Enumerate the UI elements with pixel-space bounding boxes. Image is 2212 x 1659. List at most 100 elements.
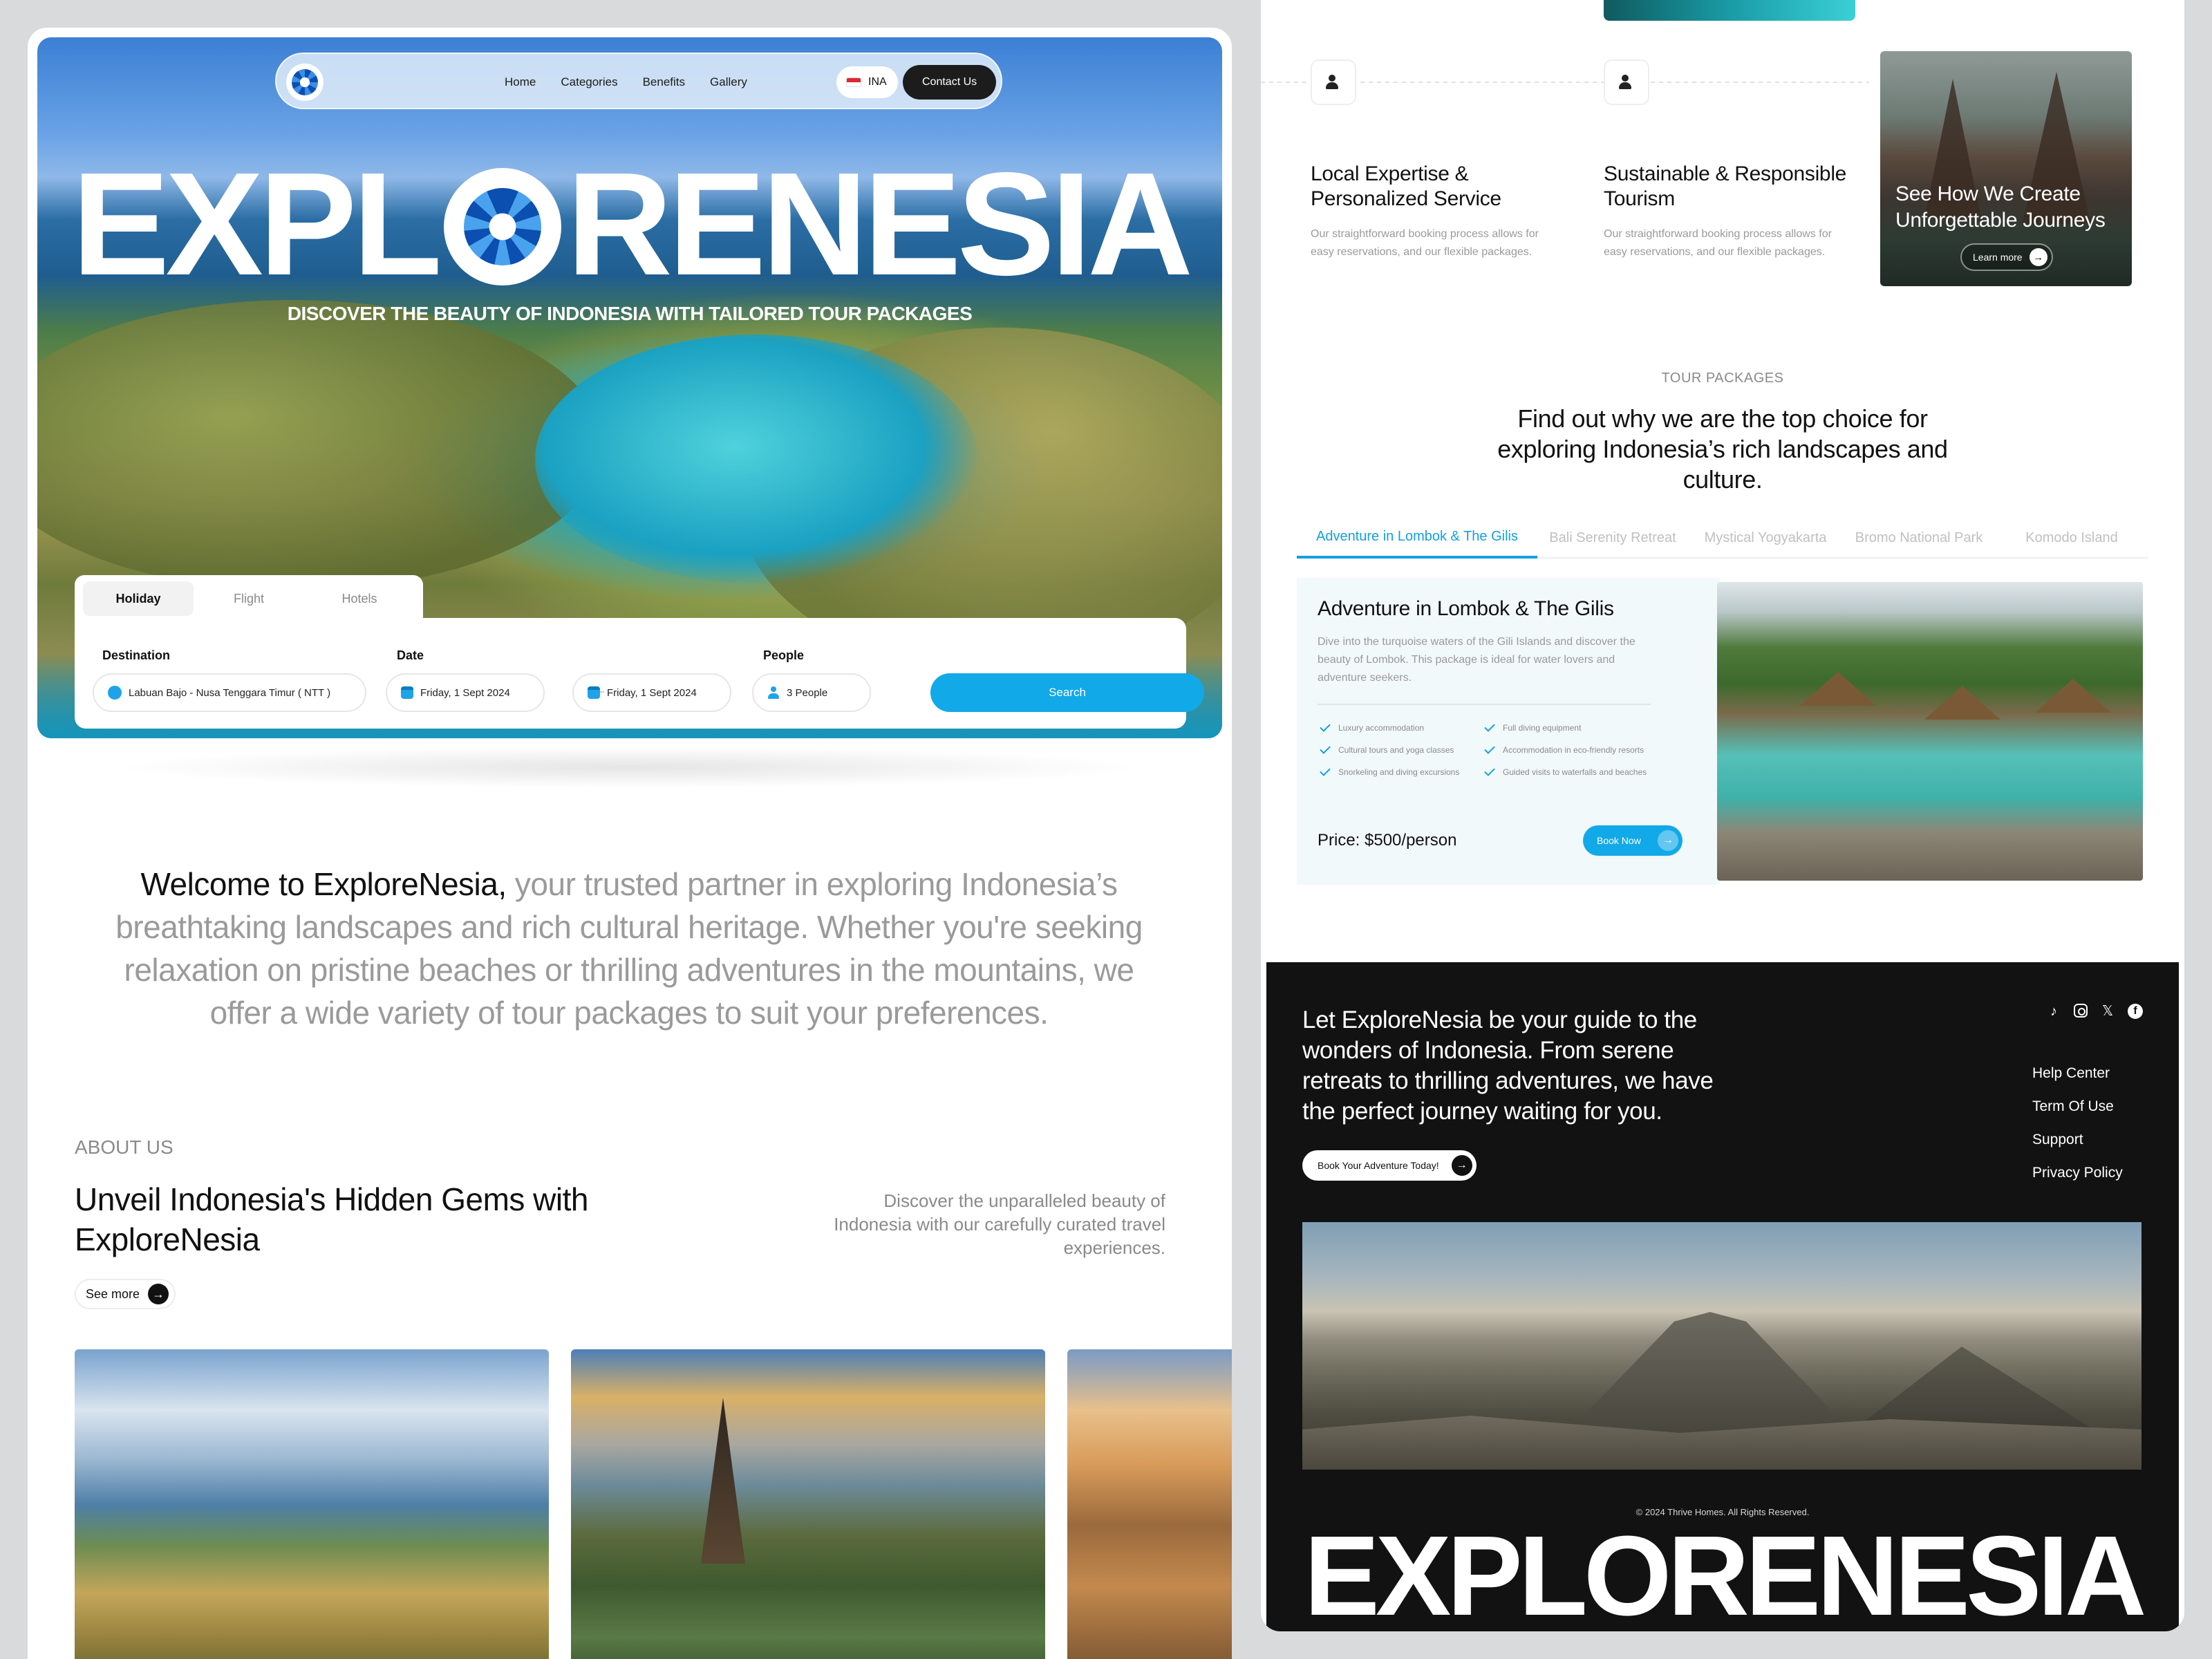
check-icon bbox=[1320, 765, 1331, 776]
hero-shadow bbox=[111, 747, 1147, 788]
nav-link-gallery[interactable]: Gallery bbox=[710, 75, 747, 89]
language-selector[interactable]: INA bbox=[836, 66, 898, 98]
hut-shape bbox=[1800, 672, 1876, 706]
footer-link-terms[interactable]: Term Of Use bbox=[2032, 1098, 2143, 1116]
feature-icon bbox=[1311, 59, 1356, 105]
nav-link-benefits[interactable]: Benefits bbox=[643, 75, 685, 89]
tour-packages-title: Find out why we are the top choice for e… bbox=[1497, 404, 1948, 494]
calendar-icon bbox=[588, 686, 600, 699]
footer-photo-bromo bbox=[1302, 1222, 2141, 1470]
learn-more-label: Learn more bbox=[1973, 252, 2023, 263]
language-label: INA bbox=[868, 76, 887, 88]
tour-card-description: Dive into the turquoise waters of the Gi… bbox=[1318, 636, 1635, 684]
list-item: Luxury accommodation bbox=[1320, 720, 1459, 735]
social-links: ♪ 𝕏 f bbox=[2046, 1004, 2143, 1019]
book-now-button[interactable]: Book Now → bbox=[1583, 825, 1683, 856]
globe-icon bbox=[108, 686, 122, 700]
nav-link-home[interactable]: Home bbox=[505, 75, 536, 89]
hut-shape bbox=[1924, 686, 2000, 720]
arrow-right-icon: → bbox=[1658, 830, 1678, 851]
tab-bromo[interactable]: Bromo National Park bbox=[1843, 517, 1995, 559]
contact-us-button[interactable]: Contact Us bbox=[903, 65, 997, 100]
hero-subtitle: DISCOVER THE BEAUTY OF INDONESIA WITH TA… bbox=[287, 303, 973, 324]
footer-link-help-center[interactable]: Help Center bbox=[2032, 1065, 2143, 1082]
tour-packages-label: TOUR PACKAGES bbox=[1661, 371, 1784, 386]
footer-brand: EXPLORENESIA bbox=[1304, 1512, 2147, 1632]
tab-flight[interactable]: Flight bbox=[194, 581, 304, 616]
book-adventure-button[interactable]: Book Your Adventure Today! → bbox=[1302, 1150, 1477, 1181]
people-value: 3 People bbox=[787, 686, 828, 699]
tab-bali[interactable]: Bali Serenity Retreat bbox=[1537, 517, 1688, 559]
tour-features-left: Luxury accommodation Cultural tours and … bbox=[1320, 720, 1459, 780]
footer-link-support[interactable]: Support bbox=[2032, 1131, 2143, 1149]
landing-page-left: Home Categories Benefits Gallery INA Con… bbox=[28, 28, 1232, 1659]
date-to-field[interactable]: Friday, 1 Sept 2024 bbox=[572, 673, 731, 712]
tour-features-right: Full diving equipment Accommodation in e… bbox=[1484, 720, 1647, 780]
x-icon[interactable]: 𝕏 bbox=[2100, 1004, 2115, 1019]
footer: Let ExploreNesia be your guide to the wo… bbox=[1266, 962, 2179, 1631]
top-image-thumb bbox=[1604, 0, 1855, 21]
gallery-image-bromo[interactable] bbox=[1067, 1349, 1232, 1659]
tour-card: Adventure in Lombok & The Gilis Dive int… bbox=[1297, 578, 1720, 885]
footer-text: Let ExploreNesia be your guide to the wo… bbox=[1302, 1006, 1714, 1125]
arrow-right-icon: → bbox=[148, 1284, 169, 1304]
destination-value: Labuan Bajo - Nusa Tenggara Timur ( NTT … bbox=[129, 686, 331, 699]
arrow-right-icon: → bbox=[2029, 248, 2047, 266]
book-adventure-label: Book Your Adventure Today! bbox=[1318, 1160, 1439, 1171]
gallery-image-bali-temple[interactable] bbox=[571, 1349, 1045, 1659]
destination-field[interactable]: Labuan Bajo - Nusa Tenggara Timur ( NTT … bbox=[93, 673, 366, 712]
logo[interactable] bbox=[286, 64, 324, 101]
tab-yogyakarta[interactable]: Mystical Yogyakarta bbox=[1688, 517, 1843, 559]
tab-lombok[interactable]: Adventure in Lombok & The Gilis bbox=[1297, 517, 1537, 559]
feature-text: Luxury accommodation bbox=[1338, 723, 1425, 733]
learn-more-button[interactable]: Learn more → bbox=[1960, 243, 2053, 271]
list-item: Snorkeling and diving excursions bbox=[1320, 765, 1459, 780]
see-more-button[interactable]: See more → bbox=[75, 1279, 176, 1309]
check-icon bbox=[1484, 765, 1495, 776]
hero-title-part1: EXPL bbox=[72, 142, 442, 306]
navbar: Home Categories Benefits Gallery INA Con… bbox=[275, 53, 1002, 109]
date-to-value: Friday, 1 Sept 2024 bbox=[607, 686, 697, 699]
hut-shape bbox=[2035, 679, 2111, 713]
see-more-label: See more bbox=[86, 1286, 140, 1301]
people-field[interactable]: 3 People bbox=[752, 673, 871, 712]
feature-icon bbox=[1604, 59, 1649, 105]
destination-label: Destination bbox=[102, 648, 171, 662]
tiktok-icon[interactable]: ♪ bbox=[2046, 1004, 2061, 1019]
facebook-icon[interactable]: f bbox=[2128, 1004, 2143, 1019]
tab-hotels[interactable]: Hotels bbox=[304, 581, 415, 616]
instagram-icon[interactable] bbox=[2074, 1004, 2088, 1018]
hero-logo-o bbox=[443, 168, 561, 285]
search-box: Destination Labuan Bajo - Nusa Tenggara … bbox=[75, 618, 1204, 729]
feature-description: Our straightforward booking process allo… bbox=[1311, 228, 1539, 258]
search-tabs: Holiday Flight Hotels bbox=[75, 575, 423, 622]
hero-bay bbox=[535, 335, 977, 583]
feature-text: Guided visits to waterfalls and beaches bbox=[1503, 767, 1647, 777]
nav-link-categories[interactable]: Categories bbox=[561, 75, 617, 89]
welcome-lead: Welcome to ExploreNesia, bbox=[140, 866, 507, 902]
tab-komodo[interactable]: Komodo Island bbox=[1995, 517, 2148, 559]
check-icon bbox=[1484, 721, 1495, 732]
people-icon bbox=[1619, 75, 1634, 90]
gallery-image-komodo[interactable] bbox=[75, 1349, 549, 1659]
feature-title: Sustainable & Responsible Tourism bbox=[1604, 162, 1847, 210]
about-description: Discover the unparalleled beauty of Indo… bbox=[834, 1190, 1165, 1258]
person-icon bbox=[767, 686, 780, 699]
tour-price: Price: $500/person bbox=[1318, 831, 1457, 850]
tab-holiday[interactable]: Holiday bbox=[83, 581, 194, 616]
promo-title: See How We Create Unforgettable Journeys bbox=[1895, 182, 2106, 232]
feature-text: Cultural tours and yoga classes bbox=[1338, 745, 1454, 755]
logo-flower-icon bbox=[292, 69, 318, 95]
feature-text: Snorkeling and diving excursions bbox=[1338, 767, 1460, 777]
footer-link-privacy[interactable]: Privacy Policy bbox=[2032, 1164, 2143, 1182]
date-from-field[interactable]: Friday, 1 Sept 2024 bbox=[386, 673, 545, 712]
check-icon bbox=[1320, 743, 1331, 754]
tour-card-title: Adventure in Lombok & The Gilis bbox=[1318, 597, 1614, 620]
tour-photo-lombok bbox=[1717, 582, 2143, 881]
feature-title: Local Expertise & Personalized Service bbox=[1311, 162, 1501, 210]
arrow-right-icon: → bbox=[1451, 1155, 1472, 1176]
check-icon bbox=[1484, 743, 1495, 754]
footer-links: Help Center Term Of Use Support Privacy … bbox=[2032, 1065, 2143, 1182]
list-item: Cultural tours and yoga classes bbox=[1320, 742, 1459, 758]
search-button[interactable]: Search bbox=[930, 673, 1204, 712]
